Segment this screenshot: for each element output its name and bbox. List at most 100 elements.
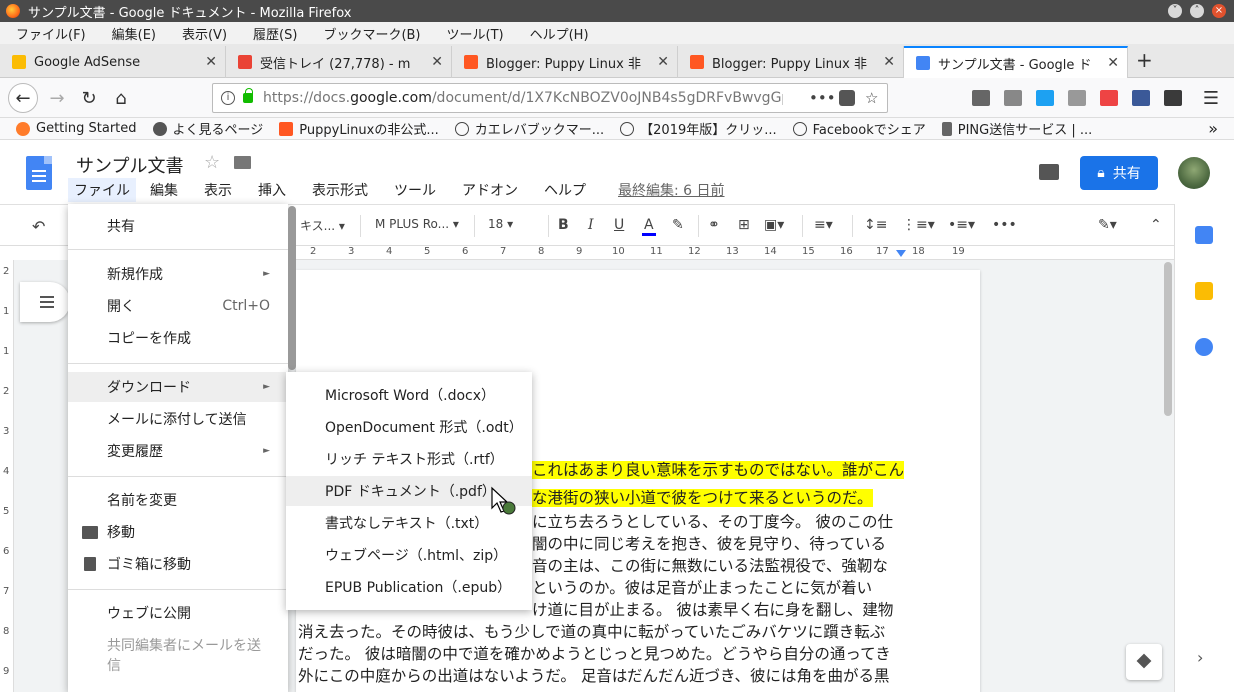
download-odt[interactable]: OpenDocument 形式（.odt） (286, 412, 532, 442)
extension-icon[interactable] (1068, 90, 1086, 106)
bookmark-facebook-share[interactable]: Facebookでシェア (792, 119, 926, 138)
bookmark-puppylinux[interactable]: PuppyLinuxの非公式... (279, 119, 439, 138)
menu-item-new[interactable]: 新規作成 ► (68, 259, 288, 289)
underline-icon[interactable]: U (614, 217, 624, 233)
document-outline-button[interactable] (20, 282, 70, 322)
star-icon[interactable]: ☆ (204, 152, 220, 173)
info-icon[interactable]: i (221, 91, 235, 105)
pocket-icon[interactable] (839, 90, 855, 106)
docs-menu-view[interactable]: 表示 (198, 178, 238, 202)
docs-menu-file[interactable]: ファイル (68, 178, 136, 202)
menu-item-email-attachment[interactable]: メールに添付して送信 (68, 404, 288, 434)
bookmark-most-visited[interactable]: よく見るページ (152, 119, 263, 138)
last-edit-link[interactable]: 最終編集: 6 日前 (612, 178, 731, 202)
bookmark-2019[interactable]: 【2019年版】クリッ... (620, 119, 777, 138)
comment-icon[interactable] (1039, 164, 1059, 180)
align-icon[interactable]: ≡▾ (814, 217, 833, 233)
reload-button[interactable]: ↻ (74, 83, 104, 113)
close-icon[interactable]: ✕ (657, 54, 669, 70)
right-indent-marker[interactable] (896, 250, 906, 257)
avatar[interactable] (1178, 157, 1210, 189)
document-title[interactable]: サンプル文書 (76, 152, 183, 178)
bookmark-ping[interactable]: PING送信サービス | ... (941, 119, 1092, 138)
menu-scrollbar[interactable] (288, 206, 296, 370)
docs-menu-addons[interactable]: アドオン (456, 178, 524, 202)
explore-button[interactable] (1126, 644, 1162, 680)
text-color-icon[interactable]: A (642, 217, 656, 236)
menu-tools[interactable]: ツール(T) (447, 24, 504, 43)
docs-menu-tools[interactable]: ツール (388, 178, 442, 202)
insert-image-icon[interactable]: ▣▾ (764, 217, 784, 233)
tasks-icon[interactable] (1195, 338, 1213, 356)
hamburger-menu-icon[interactable]: ☰ (1196, 83, 1226, 113)
extension-dark-icon[interactable] (1164, 90, 1182, 106)
folder-icon[interactable] (234, 156, 251, 169)
keep-icon[interactable] (1195, 282, 1213, 300)
sidebar-icon[interactable] (1004, 90, 1022, 106)
docs-menu-help[interactable]: ヘルプ (538, 178, 592, 202)
download-docx[interactable]: Microsoft Word（.docx） (286, 380, 532, 410)
menu-item-open[interactable]: 開く Ctrl+O (68, 291, 288, 321)
bookmarks-overflow-icon[interactable]: » (1208, 119, 1218, 138)
close-icon[interactable]: ✕ (1107, 55, 1119, 71)
menu-item-email-collaborators[interactable]: 共同編集者にメールを送信 (68, 634, 288, 674)
bulleted-list-icon[interactable]: •≡▾ (948, 217, 975, 233)
download-epub[interactable]: EPUB Publication（.epub） (286, 572, 532, 602)
docs-menu-insert[interactable]: 挿入 (252, 178, 292, 202)
minimize-button[interactable]: ˅ (1168, 4, 1182, 18)
bookmark-kaereba[interactable]: カエレバブックマー... (454, 119, 604, 138)
close-icon[interactable]: ✕ (883, 54, 895, 70)
bookmark-star-icon[interactable]: ☆ (865, 89, 878, 107)
page-actions-icon[interactable]: ••• (809, 89, 836, 107)
font-size-select[interactable]: 18 ▾ (488, 217, 513, 231)
close-icon[interactable]: ✕ (205, 54, 217, 70)
forward-button[interactable]: → (42, 83, 72, 113)
close-icon[interactable]: ✕ (431, 54, 443, 70)
menu-item-download[interactable]: ダウンロード ► (68, 372, 288, 402)
menu-file[interactable]: ファイル(F) (16, 24, 86, 43)
download-html[interactable]: ウェブページ（.html、zip） (286, 540, 532, 570)
bookmark-getting-started[interactable]: Getting Started (16, 121, 137, 136)
link-icon[interactable]: ⚭ (708, 217, 720, 233)
lock-icon[interactable] (243, 88, 253, 103)
facebook-icon[interactable] (1132, 90, 1150, 106)
menu-item-move[interactable]: 移動 (68, 517, 288, 547)
menu-item-rename[interactable]: 名前を変更 (68, 485, 288, 515)
menu-edit[interactable]: 編集(E) (112, 24, 156, 43)
download-rtf[interactable]: リッチ テキスト形式（.rtf） (286, 444, 532, 474)
menu-item-share[interactable]: 共有 (68, 211, 288, 241)
numbered-list-icon[interactable]: ⋮≡▾ (902, 217, 935, 233)
italic-icon[interactable]: I (588, 217, 594, 233)
document-scrollbar[interactable] (1164, 262, 1172, 416)
expand-panel-icon[interactable]: › (1197, 648, 1203, 667)
menu-item-publish[interactable]: ウェブに公開 (68, 598, 288, 628)
menu-item-version-history[interactable]: 変更履歴 ► (68, 436, 288, 466)
line-spacing-icon[interactable]: ↕≡ (864, 217, 887, 233)
new-tab-button[interactable]: + (1136, 48, 1153, 72)
twitter-icon[interactable] (1036, 90, 1054, 106)
menu-view[interactable]: 表示(V) (182, 24, 227, 43)
tab-blogger-2[interactable]: Blogger: Puppy Linux 非 ✕ (678, 46, 904, 78)
font-select[interactable]: M PLUS Ro... ▾ (375, 217, 459, 231)
maximize-button[interactable]: ˄ (1190, 4, 1204, 18)
url-bar[interactable]: i https://docs.google.com/document/d/1X7… (212, 83, 888, 113)
menu-item-make-copy[interactable]: コピーを作成 (68, 323, 288, 353)
undo-icon[interactable]: ↶ (32, 217, 45, 236)
docs-menu-format[interactable]: 表示形式 (306, 178, 374, 202)
home-button[interactable]: ⌂ (106, 83, 136, 113)
menu-item-trash[interactable]: ゴミ箱に移動 (68, 549, 288, 579)
docs-menu-edit[interactable]: 編集 (144, 178, 184, 202)
docs-logo-icon[interactable] (26, 156, 52, 190)
highlight-color-icon[interactable]: ✎ (672, 217, 684, 233)
tab-blogger-1[interactable]: Blogger: Puppy Linux 非 ✕ (452, 46, 678, 78)
menu-history[interactable]: 履歴(S) (253, 24, 297, 43)
tab-adsense[interactable]: Google AdSense ✕ (0, 46, 226, 78)
editing-mode-icon[interactable]: ✎▾ (1098, 217, 1117, 233)
menu-bookmarks[interactable]: ブックマーク(B) (323, 24, 420, 43)
calendar-icon[interactable] (1195, 226, 1213, 244)
menu-help[interactable]: ヘルプ(H) (530, 24, 589, 43)
style-select[interactable]: キス... ▾ (300, 217, 345, 234)
extension-color-icon[interactable] (1100, 90, 1118, 106)
bold-icon[interactable]: B (558, 217, 569, 233)
back-button[interactable]: ← (8, 83, 38, 113)
